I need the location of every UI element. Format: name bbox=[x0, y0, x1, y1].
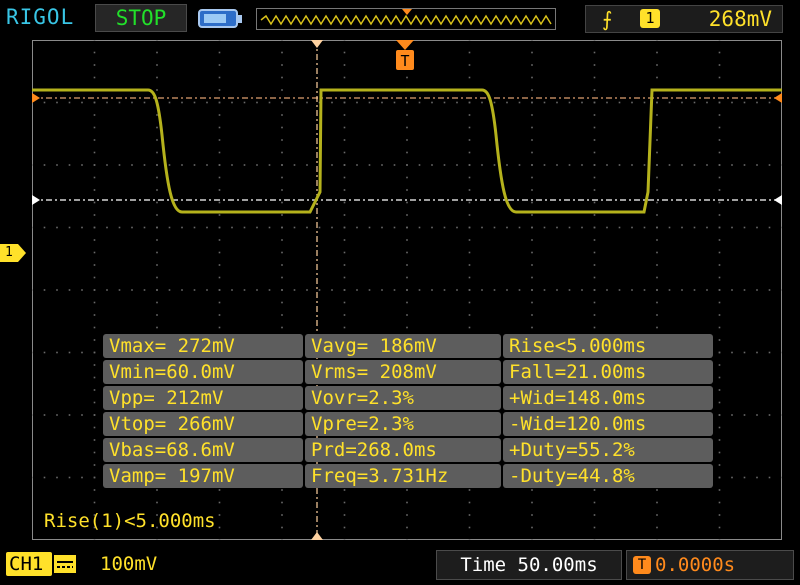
timebase-readout[interactable]: Time 50.00ms bbox=[436, 550, 622, 580]
measurement-cell: +Duty=55.2% bbox=[503, 438, 713, 462]
rising-edge-icon: ⨍ bbox=[602, 7, 613, 31]
selected-measurement-readout: Rise(1)<5.000ms bbox=[44, 510, 216, 532]
memory-depth-overview[interactable] bbox=[256, 8, 556, 30]
measurement-row: Vpp= 212mV Vovr=2.3% +Wid=148.0ms bbox=[103, 386, 713, 412]
trigger-delay-icon: T bbox=[633, 556, 651, 574]
measurement-cell: Vpre=2.3% bbox=[305, 412, 501, 436]
measurement-cell: Vbas=68.6mV bbox=[103, 438, 303, 462]
measurement-cell: Vtop= 266mV bbox=[103, 412, 303, 436]
run-stop-indicator[interactable]: STOP bbox=[95, 4, 187, 32]
dc-coupling-icon bbox=[54, 555, 76, 573]
measurement-cell: Vavg= 186mV bbox=[305, 334, 501, 358]
measurement-cell: Vmin=60.0mV bbox=[103, 360, 303, 384]
trigger-level-readout: 268mV bbox=[708, 7, 772, 31]
center-right-arrow bbox=[774, 195, 782, 205]
measurement-cell: +Wid=148.0ms bbox=[503, 386, 713, 410]
memory-waveform-preview bbox=[260, 9, 552, 26]
measurement-row: Vamp= 197mV Freq=3.731Hz -Duty=44.8% bbox=[103, 464, 713, 490]
memory-trigger-marker bbox=[402, 9, 412, 15]
measurement-cell: Fall=21.00ms bbox=[503, 360, 713, 384]
trigger-delay-value: 0.0000s bbox=[655, 554, 736, 576]
measurement-cell: Vmax= 272mV bbox=[103, 334, 303, 358]
measurement-cell: Vpp= 212mV bbox=[103, 386, 303, 410]
trigger-settings-panel[interactable]: ⨍ 1 268mV bbox=[585, 5, 783, 33]
measurement-cell: Vamp= 197mV bbox=[103, 464, 303, 488]
brand-logo: RIGOL bbox=[6, 5, 75, 29]
measurement-cell: -Duty=44.8% bbox=[503, 464, 713, 488]
measurement-cell: Freq=3.731Hz bbox=[305, 464, 501, 488]
trigger-position-top-arrow bbox=[311, 40, 323, 48]
channel1-button[interactable]: CH1 bbox=[6, 552, 52, 576]
channel1-vertical-scale[interactable]: 100mV bbox=[100, 552, 157, 576]
battery-icon bbox=[198, 9, 242, 28]
trigger-level-right-arrow bbox=[774, 93, 782, 103]
trigger-delay-readout[interactable]: T 0.0000s bbox=[626, 550, 794, 580]
measurement-row: Vmin=60.0mV Vrms= 208mV Fall=21.00ms bbox=[103, 360, 713, 386]
channel1-offset-marker[interactable]: 1 bbox=[0, 244, 26, 262]
center-left-arrow bbox=[32, 195, 40, 205]
trigger-position-bottom-arrow bbox=[311, 532, 323, 540]
measurement-row: Vmax= 272mV Vavg= 186mV Rise<5.000ms bbox=[103, 334, 713, 360]
top-status-bar: RIGOL STOP ⨍ 1 268mV bbox=[0, 0, 800, 38]
trigger-point-marker: T bbox=[396, 40, 414, 70]
trigger-source-badge: 1 bbox=[640, 9, 660, 28]
measurement-cell: Vovr=2.3% bbox=[305, 386, 501, 410]
channel1-waveform-trace bbox=[32, 88, 782, 214]
measurement-cell: Rise<5.000ms bbox=[503, 334, 713, 358]
channel1-marker-label: 1 bbox=[5, 245, 13, 260]
measurement-cell: Prd=268.0ms bbox=[305, 438, 501, 462]
measurement-cell: -Wid=120.0ms bbox=[503, 412, 713, 436]
bottom-status-bar: CH1 100mV Time 50.00ms T 0.0000s bbox=[0, 547, 800, 585]
measurement-cell: Vrms= 208mV bbox=[305, 360, 501, 384]
measurement-row: Vbas=68.6mV Prd=268.0ms +Duty=55.2% bbox=[103, 438, 713, 464]
trigger-level-left-arrow bbox=[32, 93, 40, 103]
svg-text:T: T bbox=[400, 52, 409, 70]
measurement-row: Vtop= 266mV Vpre=2.3% -Wid=120.0ms bbox=[103, 412, 713, 438]
